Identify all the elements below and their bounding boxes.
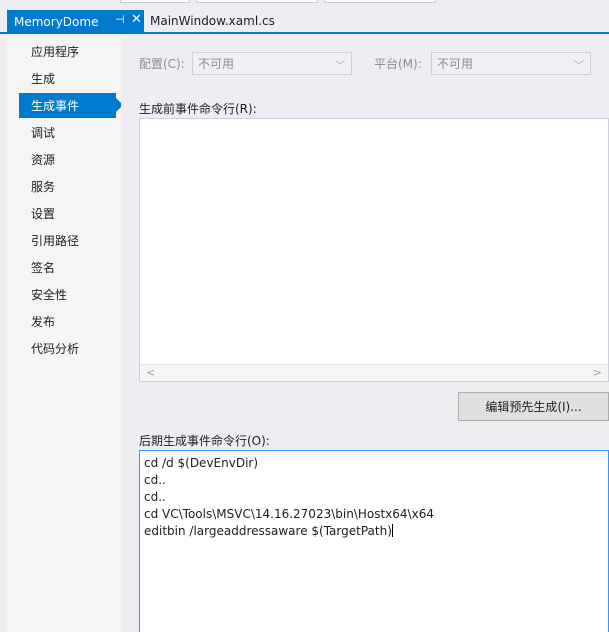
close-icon[interactable]: ✕ (131, 12, 142, 27)
toolbar-stub (120, 0, 190, 3)
chevron-down-icon: ﹀ (335, 61, 345, 72)
tab-memorydome[interactable]: MemoryDome ⊣ ✕ (7, 10, 144, 34)
edit-prebuild-button[interactable]: 编辑预先生成(I)... (458, 392, 609, 421)
sidebar-item-2[interactable]: 生成事件 (19, 93, 123, 118)
platform-value: 不可用 (437, 57, 474, 71)
chevron-left-icon[interactable]: < (146, 366, 155, 379)
horizontal-scrollbar[interactable]: < > (140, 364, 608, 381)
sidebar-item-label: 签名 (31, 261, 56, 275)
build-events-page: 配置(C): 不可用 ﹀ 平台(M): 不可用 ﹀ 生成前事件命令行(R): <… (121, 36, 609, 632)
sidebar-item-label: 安全性 (31, 288, 68, 302)
text-caret (391, 524, 393, 537)
tab-label: MainWindow.xaml.cs (150, 14, 275, 28)
postbuild-label: 后期生成事件命令行(O): (139, 434, 270, 448)
code-line: cd.. (144, 473, 166, 487)
config-combobox[interactable]: 不可用 ﹀ (192, 52, 352, 75)
chevron-down-icon: ﹀ (574, 61, 584, 72)
sidebar-item-7[interactable]: 引用路径 (19, 228, 116, 253)
prebuild-label: 生成前事件命令行(R): (139, 102, 257, 116)
sidebar-item-9[interactable]: 安全性 (19, 282, 116, 307)
sidebar-item-5[interactable]: 服务 (19, 174, 116, 199)
chevron-right-icon[interactable]: > (593, 366, 602, 379)
sidebar-item-3[interactable]: 调试 (19, 120, 116, 145)
code-line: cd /d $(DevEnvDir) (144, 456, 259, 470)
sidebar-item-label: 引用路径 (31, 234, 80, 248)
prebuild-command-textbox[interactable]: < > (139, 118, 609, 382)
sidebar-item-label: 服务 (31, 180, 56, 194)
postbuild-command-textbox[interactable]: cd /d $(DevEnvDir) cd.. cd.. cd VC\Tools… (139, 450, 609, 632)
code-line: cd.. (144, 490, 166, 504)
top-strip (0, 0, 609, 10)
platform-label: 平台(M): (374, 57, 422, 71)
tab-label: MemoryDome (14, 15, 99, 29)
sidebar-item-0[interactable]: 应用程序 (19, 39, 116, 64)
sidebar-item-11[interactable]: 代码分析 (19, 336, 116, 361)
code-line: cd VC\Tools\MSVC\14.16.27023\bin\Hostx64… (144, 507, 434, 521)
code-line-with-caret: editbin /largeaddressaware $(TargetPath) (144, 523, 604, 540)
toolbar-stub (196, 0, 318, 3)
document-tab-bar: MemoryDome ⊣ ✕ MainWindow.xaml.cs (0, 10, 609, 34)
sidebar-item-1[interactable]: 生成 (19, 66, 116, 91)
sidebar-item-label: 设置 (31, 207, 56, 221)
config-value: 不可用 (198, 57, 235, 71)
sidebar-item-label: 应用程序 (31, 45, 80, 59)
sidebar-item-label: 资源 (31, 153, 56, 167)
project-properties-sidebar: 应用程序生成生成事件调试资源服务设置引用路径签名安全性发布代码分析 (7, 36, 123, 632)
sidebar-item-label: 发布 (31, 315, 56, 329)
sidebar-item-label: 代码分析 (31, 342, 80, 356)
sidebar-item-4[interactable]: 资源 (19, 147, 116, 172)
code-line-text: editbin /largeaddressaware $(TargetPath) (144, 524, 392, 538)
tab-mainwindow-xaml-cs[interactable]: MainWindow.xaml.cs (150, 10, 275, 32)
config-label: 配置(C): (139, 57, 185, 71)
sidebar-item-6[interactable]: 设置 (19, 201, 116, 226)
sidebar-item-label: 调试 (31, 126, 56, 140)
sidebar-item-10[interactable]: 发布 (19, 309, 116, 334)
left-edge (0, 36, 7, 632)
pin-icon[interactable]: ⊣ (115, 13, 125, 26)
sidebar-item-label: 生成事件 (31, 99, 80, 113)
sidebar-item-8[interactable]: 签名 (19, 255, 116, 280)
toolbar-stub (324, 0, 436, 3)
platform-combobox[interactable]: 不可用 ﹀ (431, 52, 591, 75)
sidebar-item-label: 生成 (31, 72, 56, 86)
